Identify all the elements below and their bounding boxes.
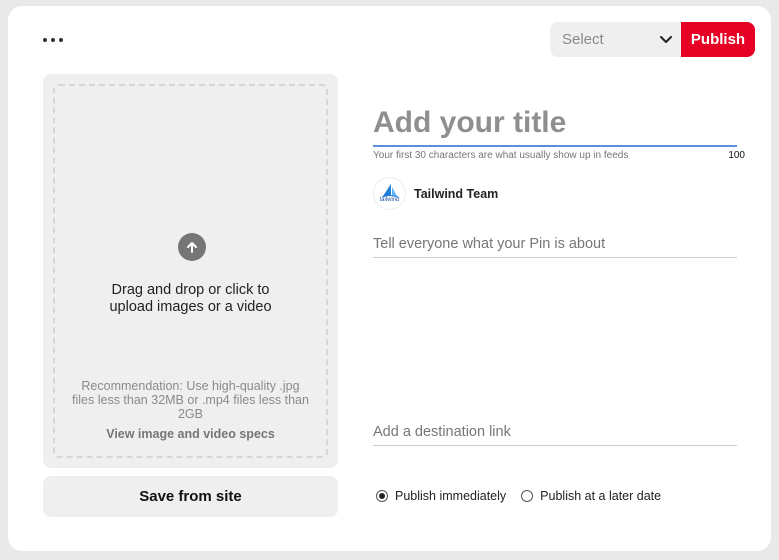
description-input[interactable] <box>373 231 737 258</box>
account-name: Tailwind Team <box>414 187 499 201</box>
board-select-value: Select <box>562 31 604 48</box>
title-hint: Your first 30 characters are what usuall… <box>373 150 629 161</box>
upload-dropzone[interactable]: Drag and drop or click to upload images … <box>53 84 328 458</box>
publish-later-option[interactable]: Publish at a later date <box>521 489 661 503</box>
publish-immediately-label: Publish immediately <box>395 489 507 503</box>
save-from-site-button[interactable]: Save from site <box>43 476 338 517</box>
avatar: tailwind <box>373 177 406 210</box>
publish-later-label: Publish at a later date <box>540 489 662 503</box>
avatar-brand-label: tailwind <box>379 197 400 203</box>
title-input[interactable] <box>373 100 737 147</box>
title-character-count: 100 <box>728 150 745 161</box>
destination-link-input[interactable] <box>373 419 737 446</box>
board-select[interactable]: Select <box>550 22 682 57</box>
upload-panel: Drag and drop or click to upload images … <box>43 74 338 468</box>
tailwind-logo-icon <box>381 184 398 198</box>
publish-button[interactable]: Publish <box>681 22 755 57</box>
upload-prompt: Drag and drop or click to upload images … <box>109 282 272 315</box>
upload-arrow-icon <box>178 233 206 261</box>
radio-selected[interactable] <box>376 490 388 502</box>
upload-recommendation: Recommendation: Use high-quality .jpg fi… <box>72 379 309 421</box>
chevron-down-icon <box>660 35 672 43</box>
view-specs-link[interactable]: View image and video specs <box>55 427 326 441</box>
radio-unselected[interactable] <box>521 490 534 502</box>
more-options-icon[interactable] <box>43 33 63 47</box>
publish-immediately-option[interactable]: Publish immediately <box>376 489 506 503</box>
publish-timing-options: Publish immediately Publish at a later d… <box>376 489 676 503</box>
